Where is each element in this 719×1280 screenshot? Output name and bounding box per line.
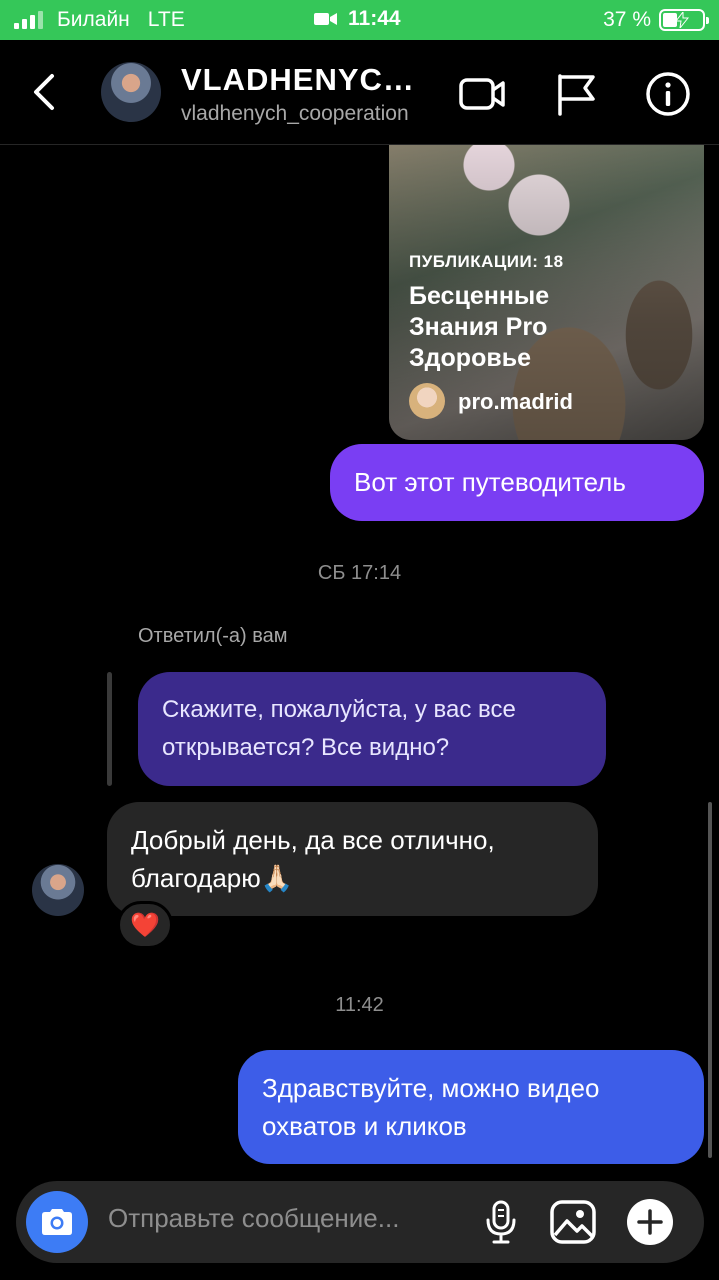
quote-bar <box>107 672 112 786</box>
charging-bolt-icon <box>675 12 689 28</box>
quoted-text: Скажите, пожалуйста, у вас все открывает… <box>162 696 516 761</box>
sender-avatar[interactable] <box>32 864 84 916</box>
battery-percent: 37 % <box>603 8 651 31</box>
screen-record-icon <box>314 13 337 25</box>
back-chevron-icon[interactable] <box>30 72 60 112</box>
heart-reaction[interactable]: ❤️ <box>117 901 173 949</box>
status-right: 37 % <box>603 8 709 32</box>
chat-header: VLADHENYCH_COOPERATION vladhenych_cooper… <box>0 40 719 145</box>
signal-icon <box>14 11 43 29</box>
plus-icon <box>627 1199 673 1245</box>
status-left: Билайн LTE <box>14 8 185 32</box>
microphone-button[interactable] <box>476 1197 526 1247</box>
contact-name[interactable]: VLADHENYCH_COOPERATION <box>181 62 436 98</box>
post-count-label: ПУБЛИКАЦИИ: 18 <box>409 252 564 271</box>
gallery-button[interactable] <box>548 1197 598 1247</box>
heart-icon: ❤️ <box>130 911 160 939</box>
message-composer <box>16 1181 704 1263</box>
network-type: LTE <box>147 8 185 31</box>
outgoing-message[interactable]: Вот этот путеводитель <box>330 444 704 521</box>
status-center: 11:44 <box>314 7 401 31</box>
quoted-message[interactable]: Скажите, пожалуйста, у вас все открывает… <box>138 672 606 786</box>
post-title: Бесценные Знания Pro Здоровье <box>409 282 550 372</box>
contact-avatar[interactable] <box>101 62 161 122</box>
shared-post-card[interactable]: ПУБЛИКАЦИИ: 18 Бесценные Знания Pro Здор… <box>389 145 704 440</box>
info-icon[interactable] <box>644 70 692 118</box>
incoming-message[interactable]: Добрый день, да все отлично, благодарю🙏🏻 <box>107 802 598 916</box>
camera-button[interactable] <box>26 1191 88 1253</box>
message-input[interactable] <box>108 1203 448 1234</box>
message-text: Добрый день, да все отлично, благодарю🙏🏻 <box>131 825 495 893</box>
status-bar: Билайн LTE 11:44 37 % <box>0 0 719 40</box>
chat-scrollbar[interactable] <box>708 802 712 1158</box>
carrier: Билайн <box>57 8 130 31</box>
clock: 11:44 <box>348 7 401 30</box>
post-author-name: pro.madrid <box>458 389 573 414</box>
microphone-icon <box>486 1200 516 1244</box>
gallery-icon <box>550 1200 596 1244</box>
plus-button[interactable] <box>625 1197 675 1247</box>
outgoing-message[interactable]: Здравствуйте, можно видео охватов и клик… <box>238 1050 704 1164</box>
post-author-avatar <box>409 383 445 419</box>
contact-username[interactable]: vladhenych_cooperation <box>181 102 436 126</box>
video-call-icon[interactable] <box>458 70 506 118</box>
timestamp-divider: 11:42 <box>335 994 384 1016</box>
flag-icon[interactable] <box>553 70 601 118</box>
timestamp-divider: СБ 17:14 <box>317 562 402 584</box>
replied-label: Ответил(-а) вам <box>138 625 288 647</box>
message-text: Вот этот путеводитель <box>354 467 626 497</box>
message-text: Здравствуйте, можно видео охватов и клик… <box>262 1073 600 1141</box>
camera-icon <box>42 1209 72 1235</box>
battery-icon <box>659 9 709 31</box>
